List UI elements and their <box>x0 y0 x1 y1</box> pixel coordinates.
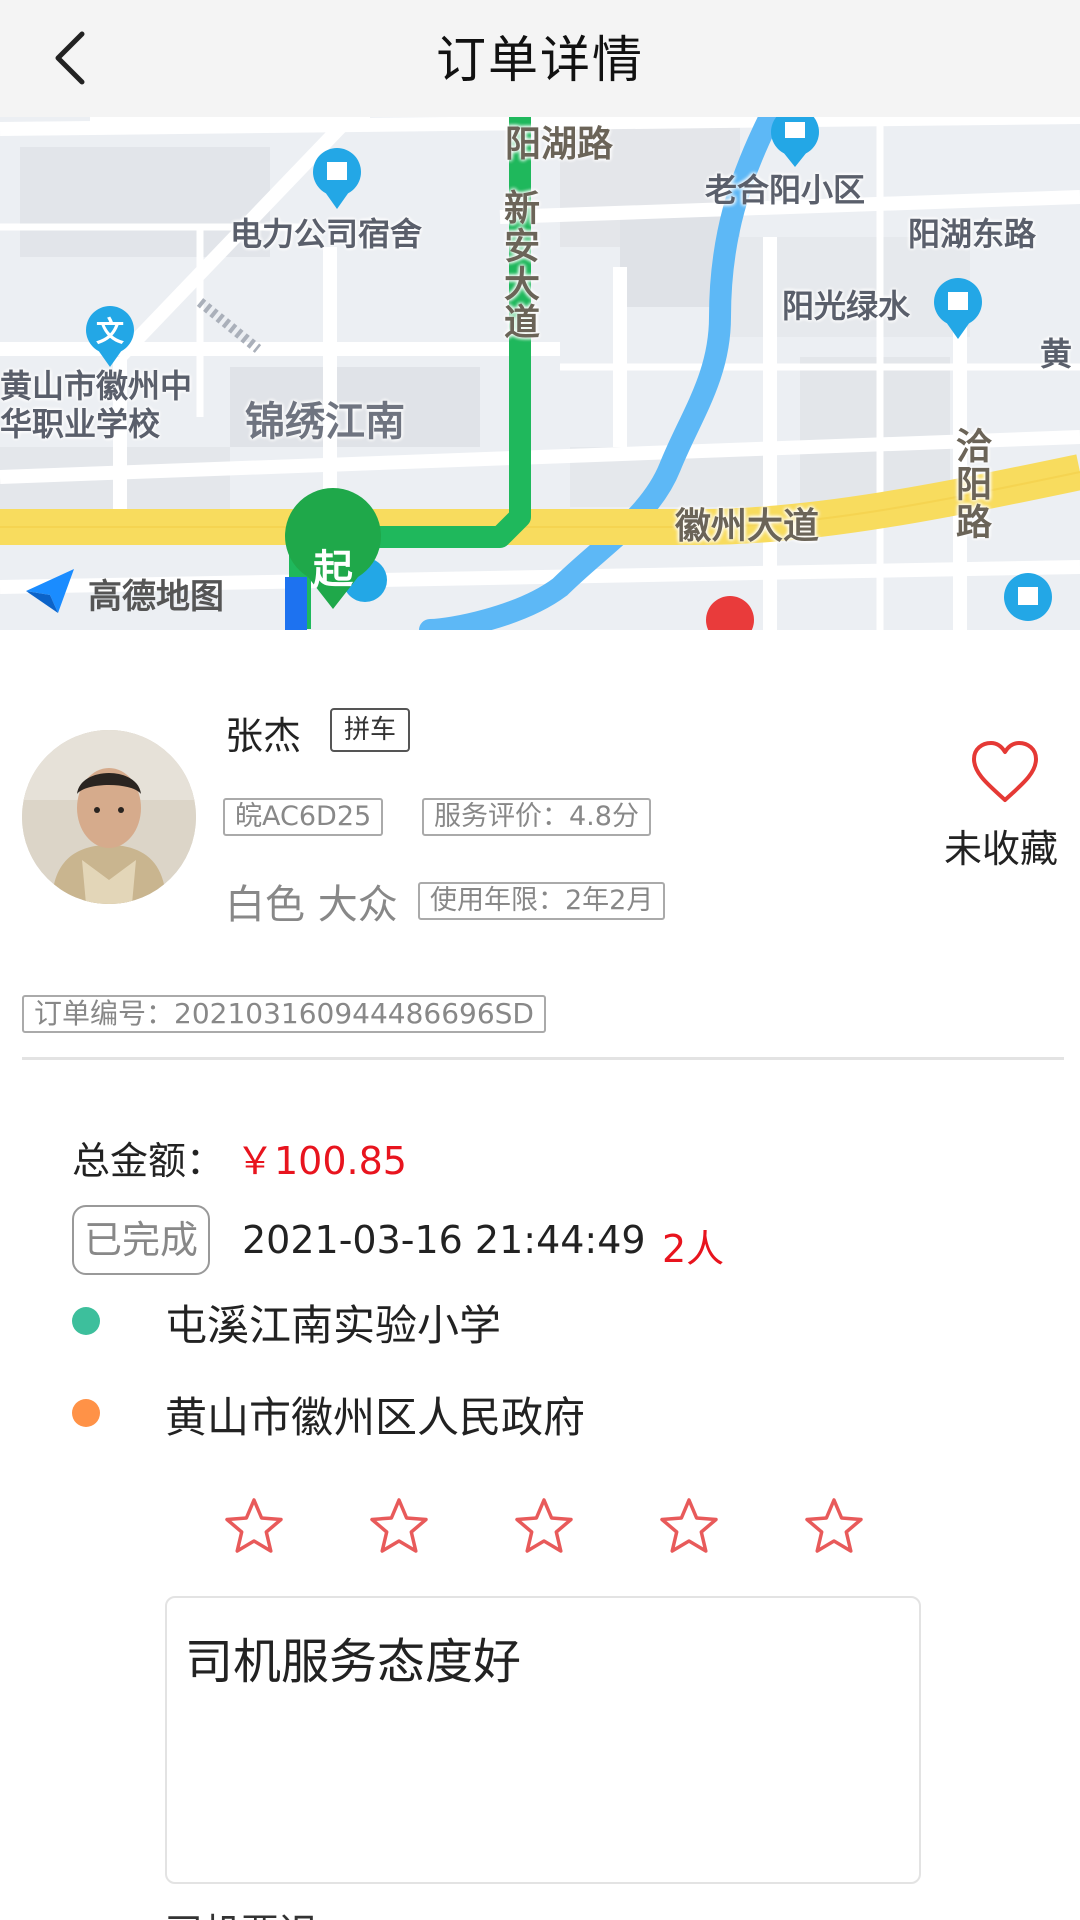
rating-star-1-icon[interactable] <box>224 1496 284 1556</box>
driver-avatar <box>22 730 196 904</box>
comment-text: 司机服务态度好 <box>185 1634 522 1690</box>
map-provider-logo: 高德地图 <box>88 577 224 617</box>
total-amount-value: ￥100.85 <box>236 1139 407 1183</box>
route-map[interactable]: 文 阳湖路 老合阳小区 电力公司宿舍 阳湖东路 新安大道 阳光绿水 黄山市徽州中… <box>0 117 1080 630</box>
map-label-huang: 黄 <box>1040 335 1073 373</box>
origin-location: 屯溪江南实验小学 <box>165 1301 502 1350</box>
map-label-jinxiu: 锦绣江南 <box>245 399 405 445</box>
heart-icon <box>972 741 1038 802</box>
favorite-label: 未收藏 <box>943 827 1058 871</box>
order-number-tag: 订单编号：202103160944486696SD <box>22 995 546 1033</box>
map-label-yanghu-east: 阳湖东路 <box>908 215 1037 253</box>
rating-star-5-icon[interactable] <box>804 1496 864 1556</box>
map-label-old-heyang: 老合阳小区 <box>705 171 866 209</box>
app-header: 订单详情 <box>0 0 1080 117</box>
start-marker-label: 起 <box>313 547 353 593</box>
destination-dot-icon <box>72 1399 100 1427</box>
favorite-button[interactable]: 未收藏 <box>935 740 1075 900</box>
rating-star-3-icon[interactable] <box>514 1496 574 1556</box>
map-label-xinan-ave: 新安大道 <box>498 189 539 341</box>
map-label-power-dorm: 电力公司宿舍 <box>230 215 423 253</box>
map-label-sunshine: 阳光绿水 <box>782 287 911 325</box>
partial-footer-text: 司机要迟 <box>165 1902 317 1920</box>
destination-location: 黄山市徽州区人民政府 <box>165 1393 586 1442</box>
rating-star-4-icon[interactable] <box>659 1496 719 1556</box>
page-title: 订单详情 <box>436 31 644 89</box>
map-label-yanghu-road: 阳湖路 <box>505 124 614 165</box>
svg-text:文: 文 <box>96 315 124 348</box>
service-years-tag: 使用年限：2年2月 <box>418 882 666 920</box>
ride-type-badge: 拼车 <box>330 708 411 752</box>
rating-star-2-icon[interactable] <box>369 1496 429 1556</box>
avatar-photo <box>22 730 196 904</box>
section-divider <box>22 1057 1064 1060</box>
origin-dot-icon <box>72 1307 100 1335</box>
driver-name: 张杰 <box>225 714 302 758</box>
order-status-badge: 已完成 <box>72 1205 211 1275</box>
comment-textarea[interactable]: 司机服务态度好 <box>165 1596 921 1884</box>
map-label-school: 黄山市徽州中华职业学校 <box>0 367 193 443</box>
plate-number-tag: 皖AC6D25 <box>223 798 384 836</box>
passenger-count: 2人 <box>662 1227 725 1271</box>
total-amount-label: 总金额： <box>72 1139 225 1183</box>
car-info: 白色 大众 <box>225 882 398 928</box>
service-rating-tag: 服务评价：4.8分 <box>422 798 651 836</box>
order-time: 2021-03-16 21:44:49 <box>242 1218 646 1262</box>
map-label-huizhou-ave: 徽州大道 <box>675 506 820 547</box>
map-label-luoyang: 洽阳路 <box>950 427 991 541</box>
